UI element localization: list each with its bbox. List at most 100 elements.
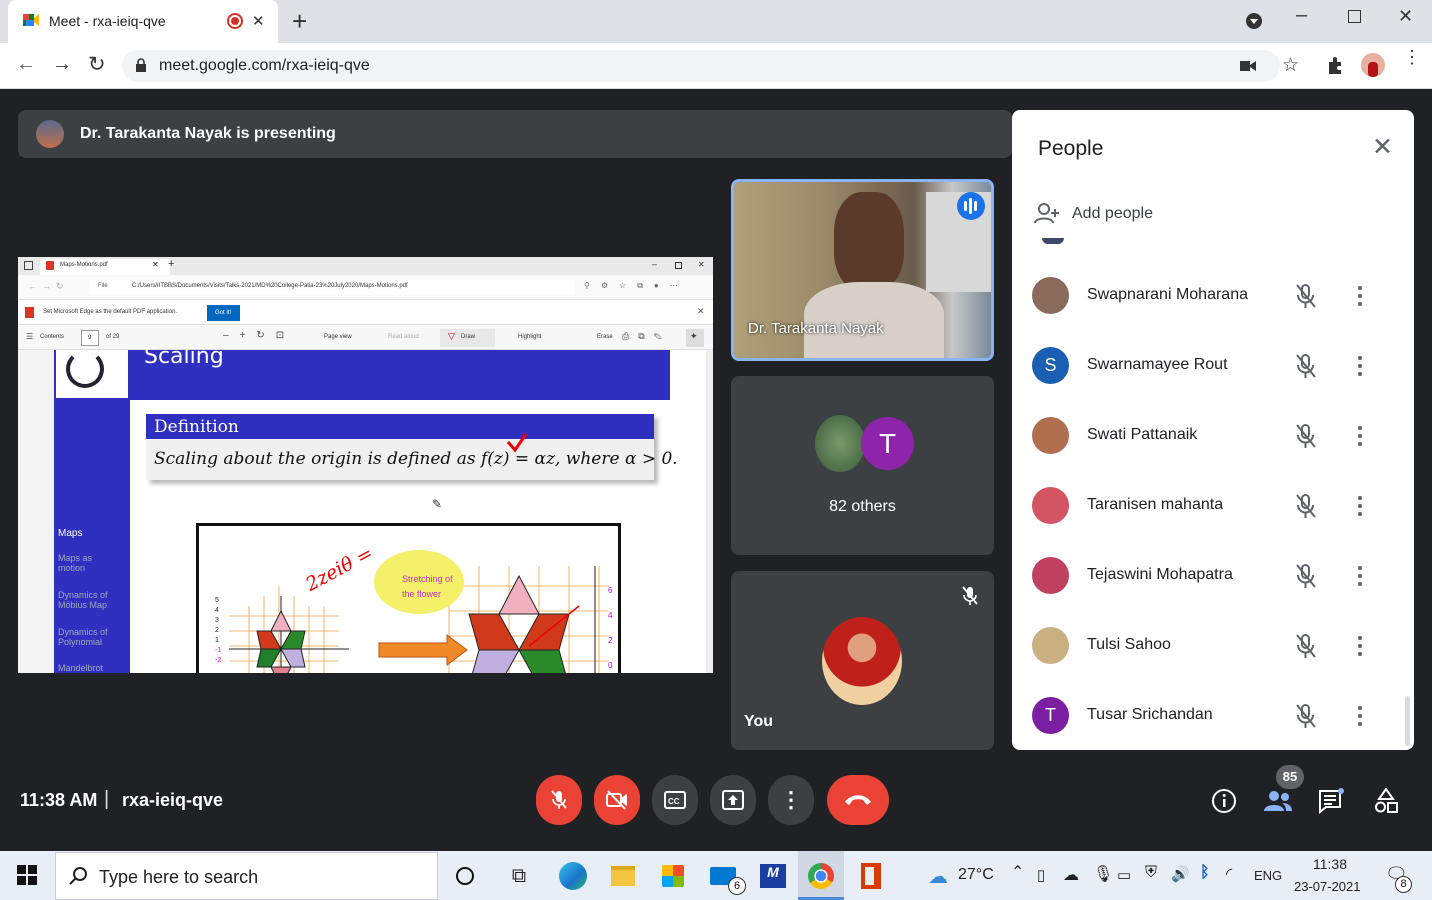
people-icon[interactable] xyxy=(1263,790,1293,812)
tab-close-icon[interactable]: ✕ xyxy=(252,12,265,30)
meeting-info-icon[interactable] xyxy=(1211,788,1237,814)
more-options-button[interactable]: ⋮ xyxy=(768,775,814,825)
media-control-icon[interactable] xyxy=(1245,12,1263,30)
captions-button[interactable]: CC xyxy=(652,775,698,825)
window-close-button[interactable]: ✕ xyxy=(1398,6,1413,27)
pin-icon[interactable]: ✦ xyxy=(686,329,704,347)
add-person-icon[interactable] xyxy=(1034,202,1060,224)
activities-icon[interactable] xyxy=(1374,788,1398,814)
pdf-scrollbar[interactable] xyxy=(706,350,713,673)
mic-toggle-button[interactable] xyxy=(536,775,582,825)
presenter-video-tile[interactable]: Dr. Tarakanta Nayak xyxy=(731,179,994,361)
participant-more-icon[interactable] xyxy=(1350,282,1370,310)
weather-temp[interactable]: 27°C xyxy=(958,866,994,884)
mail-badge: 6 xyxy=(728,877,746,895)
participant-row[interactable]: Tulsi Sahoo xyxy=(1032,610,1402,680)
muted-mic-icon[interactable] xyxy=(1292,632,1320,660)
new-tab-button[interactable]: + xyxy=(292,6,307,37)
browser-tab[interactable]: Meet - rxa-ieiq-qve ✕ xyxy=(8,0,278,43)
self-tile[interactable]: You xyxy=(731,571,994,750)
clock-date[interactable]: 23-07-2021 xyxy=(1294,879,1361,894)
edge-icon[interactable] xyxy=(557,860,589,892)
participant-row[interactable]: T Tusar Srichandan xyxy=(1032,680,1402,750)
presenter-face xyxy=(834,192,904,292)
participant-more-icon[interactable] xyxy=(1350,562,1370,590)
onedrive-icon[interactable]: ☁ xyxy=(1063,865,1079,885)
participant-more-icon[interactable] xyxy=(1350,352,1370,380)
slide-title: Scaling xyxy=(144,344,224,369)
close-icon[interactable]: ✕ xyxy=(1372,132,1393,162)
reload-icon[interactable]: ↻ xyxy=(88,52,106,77)
bookmark-star-icon[interactable]: ☆ xyxy=(1282,54,1299,77)
participant-row[interactable]: Swati Pattanaik xyxy=(1032,400,1402,470)
cortana-icon[interactable] xyxy=(449,860,481,892)
muted-mic-icon[interactable] xyxy=(1292,352,1320,380)
participant-row[interactable]: Tejaswini Mohapatra xyxy=(1032,540,1402,610)
meeting-code: rxa-ieiq-qve xyxy=(122,790,224,810)
slide-nav-item: Maps xyxy=(58,528,83,539)
tray-chevron-icon[interactable]: ⌃ xyxy=(1011,862,1024,882)
restore-button[interactable] xyxy=(1348,10,1361,23)
lock-icon xyxy=(136,58,146,72)
got-it-button[interactable]: Got it! xyxy=(207,305,240,321)
search-placeholder: Type here to search xyxy=(99,867,259,887)
back-arrow-icon[interactable]: ← xyxy=(16,53,36,76)
chrome-menu-icon[interactable]: ⋮ xyxy=(1403,48,1421,66)
extensions-icon[interactable] xyxy=(1326,56,1344,74)
leave-call-button[interactable] xyxy=(827,775,889,825)
contents-label[interactable]: Contents xyxy=(40,334,64,340)
forward-arrow-icon[interactable]: → xyxy=(52,53,72,76)
shared-screen[interactable]: Maps-Motions.pdf ✕ + – ✕ ← → ↻ File C:/U… xyxy=(18,257,713,673)
task-view-icon[interactable]: ⧉ xyxy=(503,860,535,892)
bluetooth-icon[interactable]: ᛒ xyxy=(1200,864,1210,882)
participant-avatar xyxy=(1032,277,1069,314)
profile-avatar[interactable] xyxy=(1361,53,1385,77)
taskbar-search-box[interactable]: Type here to search xyxy=(55,852,438,900)
muted-mic-icon[interactable] xyxy=(1292,492,1320,520)
chrome-icon[interactable] xyxy=(805,860,837,892)
participant-initial-avatar: T xyxy=(861,417,914,470)
read-aloud-label[interactable]: Read aloud xyxy=(388,334,419,340)
participant-more-icon[interactable] xyxy=(1350,702,1370,730)
muted-mic-icon[interactable] xyxy=(1292,702,1320,730)
others-tile[interactable]: T 82 others xyxy=(731,376,994,555)
draw-label[interactable]: Draw xyxy=(461,334,475,340)
weather-icon[interactable]: ☁ xyxy=(922,860,954,892)
highlight-label[interactable]: Highlight xyxy=(518,334,541,340)
page-number-input[interactable]: 9 xyxy=(81,330,99,346)
address-bar[interactable]: meet.google.com/rxa-ieiq-qve ☆ xyxy=(122,50,1299,82)
present-button[interactable] xyxy=(710,775,756,825)
muted-mic-icon[interactable] xyxy=(1292,282,1320,310)
remote-app-icon[interactable]: M xyxy=(757,860,789,892)
participant-row[interactable]: Swapnarani Moharana xyxy=(1032,260,1402,330)
camera-toggle-button[interactable] xyxy=(594,775,640,825)
language-indicator[interactable]: ENG xyxy=(1254,868,1282,883)
volume-icon[interactable]: 🔊 xyxy=(1171,865,1190,883)
minimize-button[interactable]: – xyxy=(1296,4,1307,27)
mic-tray-icon[interactable]: 🎙 xyxy=(1093,864,1113,884)
office-icon[interactable] xyxy=(855,860,887,892)
windows-start-icon[interactable] xyxy=(17,865,37,885)
clock-time[interactable]: 11:38 xyxy=(1313,856,1347,872)
muted-mic-icon[interactable] xyxy=(1292,562,1320,590)
participant-more-icon[interactable] xyxy=(1350,422,1370,450)
erase-label[interactable]: Erase xyxy=(597,334,613,340)
tray-device-icon[interactable]: ▯ xyxy=(1037,866,1045,884)
people-scrollbar[interactable] xyxy=(1405,696,1410,746)
meet-logo-icon xyxy=(23,14,39,26)
file-explorer-icon[interactable] xyxy=(607,860,639,892)
defender-shield-icon[interactable]: ⛨ xyxy=(1145,864,1157,882)
store-icon[interactable] xyxy=(657,860,689,892)
chat-icon[interactable] xyxy=(1318,788,1346,814)
camera-in-use-icon[interactable] xyxy=(1240,59,1256,73)
add-people-button[interactable]: Add people xyxy=(1072,205,1153,223)
participant-row[interactable]: S Swarnamayee Rout xyxy=(1032,330,1402,400)
presenter-avatar xyxy=(36,120,64,148)
wifi-icon[interactable]: ◜ xyxy=(1226,864,1232,884)
muted-mic-icon[interactable] xyxy=(1292,422,1320,450)
participant-more-icon[interactable] xyxy=(1350,632,1370,660)
participant-row[interactable]: Taranisen mahanta xyxy=(1032,470,1402,540)
page-view-label[interactable]: Page view xyxy=(324,334,352,340)
participant-more-icon[interactable] xyxy=(1350,492,1370,520)
battery-icon[interactable]: ▭ xyxy=(1117,866,1131,884)
